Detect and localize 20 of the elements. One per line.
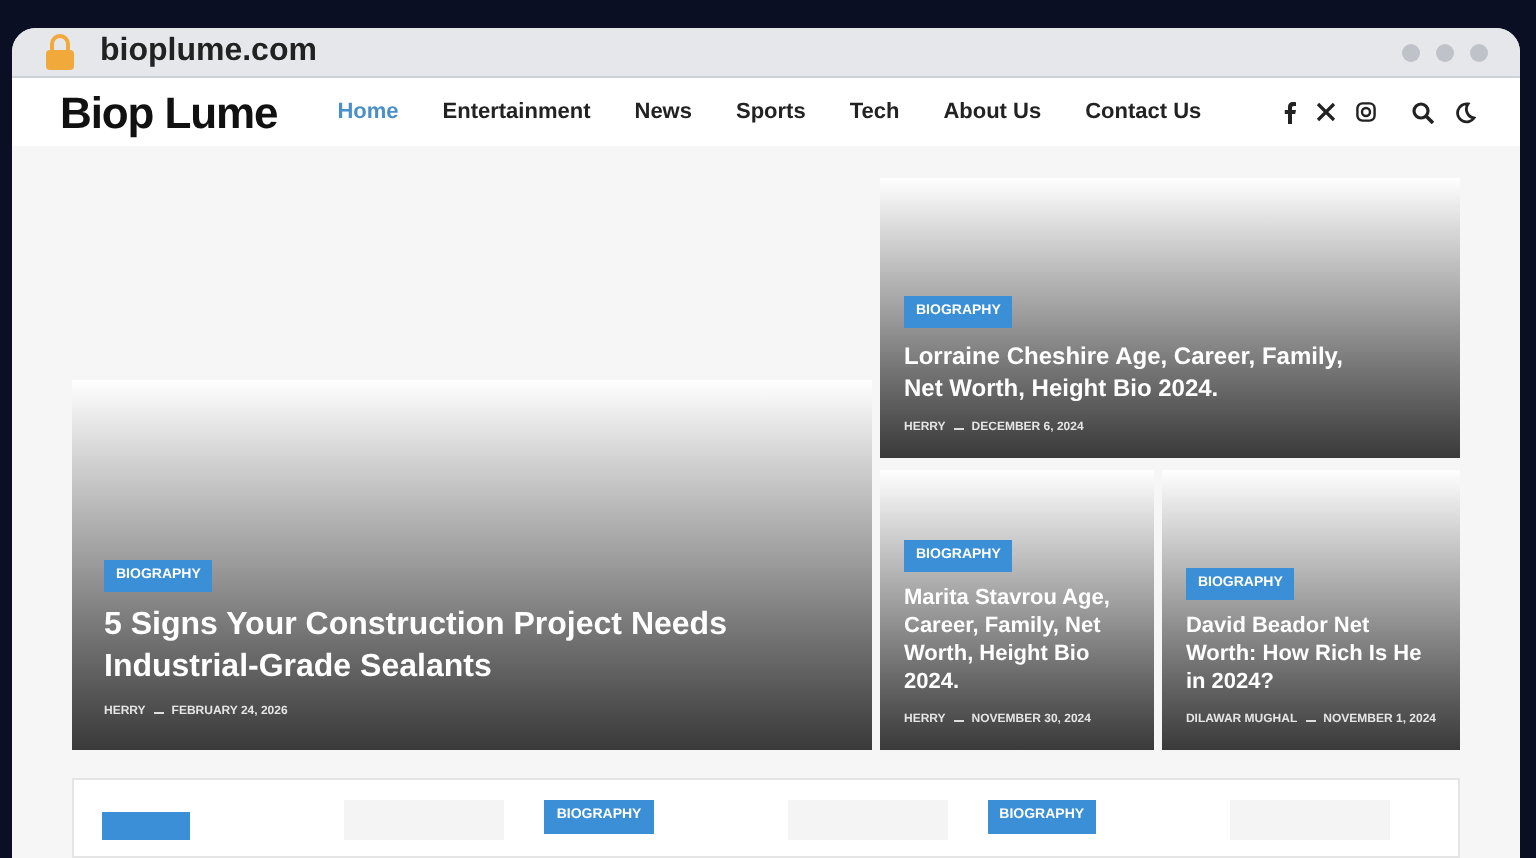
instagram-icon[interactable] [1356,102,1376,122]
nav-link[interactable]: Home [337,95,399,129]
facebook-icon[interactable] [1284,101,1296,123]
post-title[interactable]: 5 Signs Your Construction Project Needs Industrial-Grade Sealants [104,604,840,688]
moon-icon[interactable] [1454,101,1476,123]
post-title[interactable]: David Beador Net Worth: How Rich Is He in 2024? [1185,612,1436,696]
search-icon[interactable] [1412,101,1434,123]
nav-link[interactable]: Tech [849,95,900,129]
nav-link[interactable]: About Us [943,95,1042,129]
category-badge[interactable] [102,812,190,840]
post-title[interactable]: Lorraine Cheshire Age, Career, Family, Net Worth, Height Bio 2024. [904,340,1436,404]
nav-link[interactable]: News [634,95,692,129]
site-logo[interactable]: Biop Lume [60,79,278,145]
x-logo-icon[interactable] [1316,102,1336,122]
nav-link[interactable]: Sports [736,95,806,129]
lock-icon [44,34,76,70]
nav-link[interactable]: Contact Us [1085,95,1202,129]
nav-link[interactable]: Entertainment [442,95,591,129]
url-text[interactable]: bioplume.com [100,28,317,76]
post-title[interactable]: Marita Stavrou Age, Career, Family, Net Worth, Height Bio 2024. [904,584,1130,696]
